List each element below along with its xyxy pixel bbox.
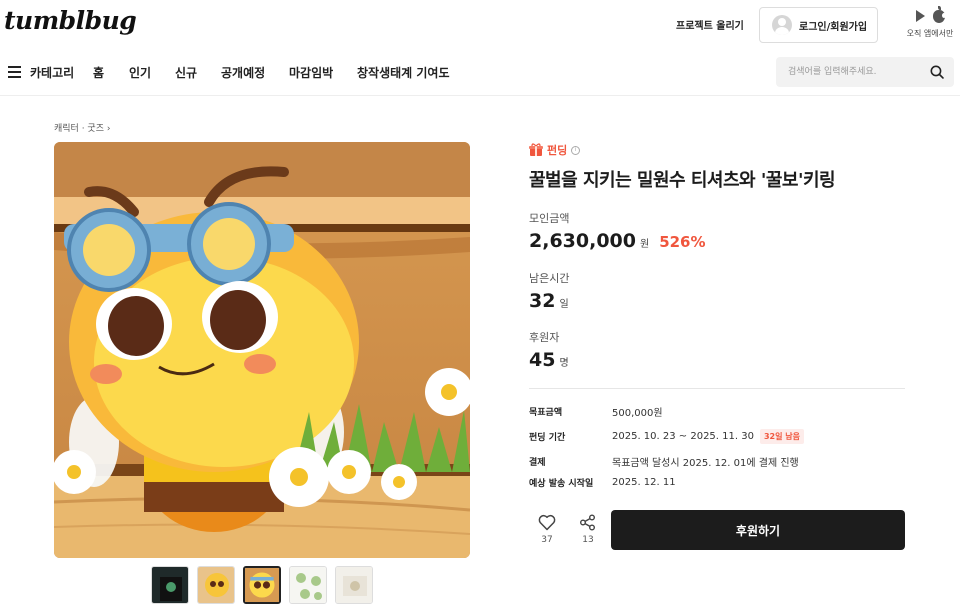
amount-label: 모인금액 <box>529 212 570 225</box>
funding-percent: 526% <box>659 233 706 251</box>
thumbnail-4[interactable] <box>289 566 327 604</box>
amount-value: 2,630,000 <box>529 230 636 252</box>
backers-unit: 명 <box>559 358 569 369</box>
action-bar: 37 13 후원하기 <box>529 510 905 550</box>
detail-payment: 결제 목표금액 달성시 2025. 12. 01에 결제 진행 <box>529 454 799 469</box>
breadcrumb[interactable]: 캐릭터 · 굿즈 › <box>54 121 110 134</box>
search-input[interactable] <box>776 57 926 87</box>
thumbnail-1[interactable] <box>151 566 189 604</box>
like-count: 37 <box>541 535 553 545</box>
hamburger-icon[interactable] <box>8 66 21 78</box>
detail-key: 펀딩 기간 <box>529 433 566 443</box>
share-button[interactable]: 13 <box>573 514 603 545</box>
create-project-link[interactable]: 프로젝트 올리기 <box>676 17 744 32</box>
detail-shipping: 예상 발송 시작일 2025. 12. 11 <box>529 476 676 489</box>
divider <box>529 388 905 389</box>
nav-home[interactable]: 홈 <box>93 64 104 81</box>
share-count: 13 <box>582 535 594 545</box>
nav-closing-soon[interactable]: 마감임박 <box>289 64 333 81</box>
backers-label: 후원자 <box>529 331 560 344</box>
main-product-image[interactable] <box>54 142 470 558</box>
detail-value: 목표금액 달성시 2025. 12. 01에 결제 진행 <box>612 458 799 469</box>
detail-key: 예상 발송 시작일 <box>529 479 594 489</box>
nav-ecosystem[interactable]: 창작생태계 기여도 <box>357 64 450 81</box>
avatar-icon <box>772 15 792 35</box>
thumbnail-strip <box>151 566 373 604</box>
category-nav: 카테고리 홈 인기 신규 공개예정 마감임박 창작생태계 기여도 <box>0 52 960 96</box>
bee-plush-photo <box>54 142 470 558</box>
detail-value: 2025. 10. 23 ~ 2025. 11. 30 <box>612 431 754 442</box>
share-icon <box>580 514 595 531</box>
app-only-label: 오직 앱에서만 <box>906 29 954 38</box>
project-title: 꿀벌을 지키는 밀원수 티셔츠와 '꿀보'키링 <box>529 170 836 191</box>
detail-value: 500,000원 <box>612 408 663 419</box>
time-label: 남은시간 <box>529 272 570 285</box>
top-header: tumblbug 프로젝트 올리기 로그인/회원가입 오직 앱에서만 <box>0 0 960 52</box>
login-label: 로그인/회원가입 <box>799 21 868 33</box>
time-stat: 남은시간 32 일 <box>529 270 569 312</box>
thumbnail-5[interactable] <box>335 566 373 604</box>
detail-key: 목표금액 <box>529 408 563 418</box>
detail-period: 펀딩 기간 2025. 10. 23 ~ 2025. 11. 30 32일 남음 <box>529 429 804 444</box>
thumbnail-3-active[interactable] <box>243 566 281 604</box>
project-info: 펀딩 i 꿀벌을 지키는 밀원수 티셔츠와 '꿀보'키링 모인금액 2,630,… <box>529 142 905 550</box>
backers-stat: 후원자 45 명 <box>529 329 569 371</box>
detail-value: 2025. 12. 11 <box>612 477 676 488</box>
play-store-icon <box>915 10 925 22</box>
search-box <box>776 57 954 87</box>
apple-icon <box>932 5 946 23</box>
detail-goal: 목표금액 500,000원 <box>529 404 663 419</box>
days-left-badge: 32일 남음 <box>759 429 804 444</box>
like-button[interactable]: 37 <box>532 514 562 545</box>
nav-popular[interactable]: 인기 <box>129 64 151 81</box>
heart-icon <box>538 514 556 531</box>
amount-unit: 원 <box>639 239 650 250</box>
backers-value: 45 <box>529 349 556 371</box>
search-icon[interactable] <box>930 65 944 79</box>
nav-category[interactable]: 카테고리 <box>30 64 74 81</box>
amount-stat: 모인금액 2,630,000 원 526% <box>529 210 706 252</box>
detail-key: 결제 <box>529 458 546 468</box>
gift-icon <box>529 143 543 156</box>
nav-new[interactable]: 신규 <box>175 64 197 81</box>
time-unit: 일 <box>559 299 569 310</box>
thumbnail-2[interactable] <box>197 566 235 604</box>
logo[interactable]: tumblbug <box>4 6 137 35</box>
app-download[interactable]: 오직 앱에서만 <box>900 5 960 39</box>
nav-upcoming[interactable]: 공개예정 <box>221 64 265 81</box>
back-project-button[interactable]: 후원하기 <box>611 510 905 550</box>
info-icon[interactable]: i <box>571 145 581 155</box>
login-button[interactable]: 로그인/회원가입 <box>759 7 878 43</box>
funding-badge: 펀딩 <box>547 144 568 157</box>
time-value: 32 <box>529 290 556 312</box>
